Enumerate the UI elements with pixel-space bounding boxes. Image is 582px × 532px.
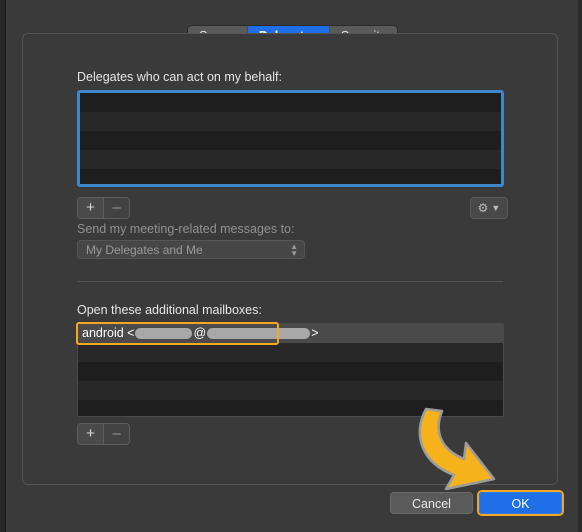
delegates-list[interactable] bbox=[77, 90, 504, 187]
mailboxes-add-remove-group: + – bbox=[77, 423, 130, 445]
mailboxes-list[interactable]: android < @ > bbox=[77, 323, 504, 417]
window-left-edge bbox=[0, 0, 6, 532]
delegates-remove-button[interactable]: – bbox=[104, 198, 129, 218]
mailboxes-list-row[interactable] bbox=[78, 400, 503, 416]
mailbox-name-suffix: > bbox=[311, 326, 319, 340]
section-divider bbox=[78, 281, 503, 282]
redacted-domain bbox=[207, 328, 311, 339]
meeting-messages-selected-value: My Delegates and Me bbox=[86, 242, 203, 257]
redacted-local-part bbox=[135, 328, 193, 339]
meeting-messages-label: Send my meeting-related messages to: bbox=[77, 222, 295, 236]
delegates-options-button[interactable]: ⚙ ▼ bbox=[470, 197, 508, 219]
delegates-list-row[interactable] bbox=[80, 131, 501, 150]
ok-button[interactable]: OK bbox=[479, 492, 562, 514]
mailboxes-section-label: Open these additional mailboxes: bbox=[77, 303, 262, 317]
window-right-edge bbox=[578, 0, 582, 532]
mailboxes-add-button[interactable]: + bbox=[78, 424, 104, 444]
mailboxes-list-row[interactable] bbox=[78, 343, 503, 362]
delegates-list-row[interactable] bbox=[80, 169, 501, 184]
mailboxes-list-row[interactable] bbox=[78, 381, 503, 400]
stepper-chevrons-icon: ▲ ▼ bbox=[290, 241, 298, 258]
mailboxes-remove-button[interactable]: – bbox=[104, 424, 129, 444]
delegates-section-label: Delegates who can act on my behalf: bbox=[77, 70, 282, 84]
delegates-dialog-window: Server Delegates Security Delegates who … bbox=[0, 0, 582, 532]
mailboxes-list-row[interactable]: android < @ > bbox=[78, 324, 503, 343]
mailbox-name-prefix: android < bbox=[82, 326, 135, 340]
mailboxes-list-row[interactable] bbox=[78, 362, 503, 381]
meeting-messages-select[interactable]: My Delegates and Me ▲ ▼ bbox=[77, 240, 305, 259]
delegates-list-row[interactable] bbox=[80, 150, 501, 169]
chevron-down-icon: ▼ bbox=[491, 202, 501, 213]
cancel-button[interactable]: Cancel bbox=[390, 492, 473, 514]
delegates-list-row[interactable] bbox=[80, 112, 501, 131]
mailbox-at-symbol: @ bbox=[193, 326, 207, 340]
gear-icon: ⚙ bbox=[477, 201, 489, 215]
delegates-list-row[interactable] bbox=[80, 93, 501, 112]
delegates-add-button[interactable]: + bbox=[78, 198, 104, 218]
delegates-add-remove-group: + – bbox=[77, 197, 130, 219]
